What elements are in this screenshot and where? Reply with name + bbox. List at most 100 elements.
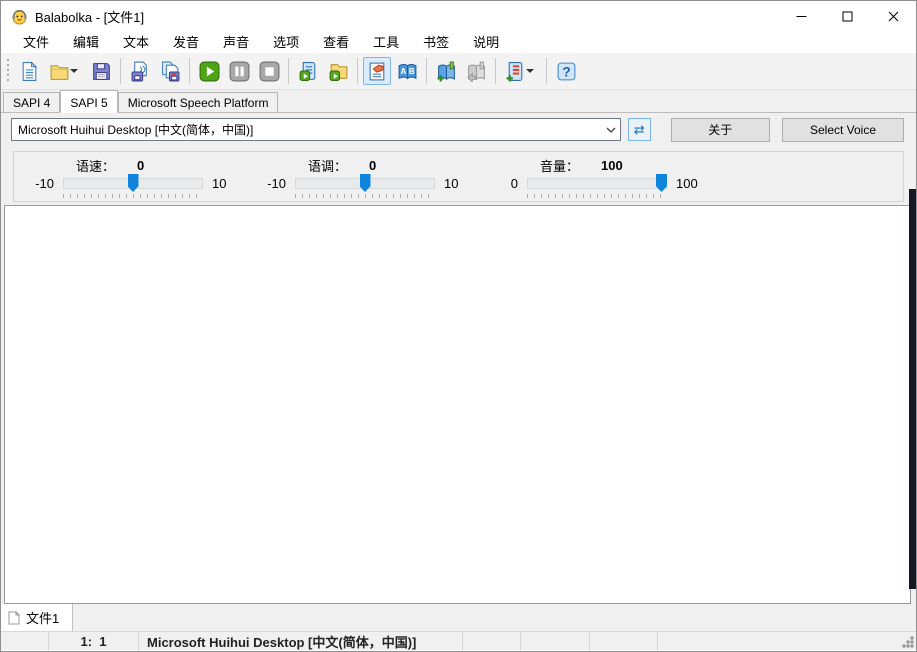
- pause-button[interactable]: [225, 57, 253, 85]
- status-cell-empty: [521, 632, 590, 650]
- volume-min-label: 0: [484, 176, 518, 191]
- status-cell-empty: [463, 632, 521, 650]
- save-audio-copy-button[interactable]: [156, 57, 184, 85]
- slider-track[interactable]: [527, 178, 667, 189]
- slider-thumb[interactable]: [360, 174, 371, 192]
- slider-panel: 语速： 0 -10 10 语调： 0: [13, 151, 904, 202]
- dictionary-button[interactable]: A B: [393, 57, 421, 85]
- play-icon: [199, 61, 220, 82]
- slider-thumb[interactable]: [656, 174, 667, 192]
- menu-pronounce[interactable]: 发音: [161, 30, 211, 54]
- document-tab-label: 文件1: [26, 608, 59, 627]
- voice-row: Microsoft Huihui Desktop [中文(简体，中国)] ⇄ 关…: [1, 113, 916, 146]
- select-voice-button[interactable]: Select Voice: [782, 118, 904, 142]
- voice-engine-tabs: SAPI 4 SAPI 5 Microsoft Speech Platform: [1, 90, 916, 113]
- menu-text[interactable]: 文本: [111, 30, 161, 54]
- menu-tools[interactable]: 工具: [361, 30, 411, 54]
- toolbar-separator: [189, 58, 190, 84]
- open-file-icon: [49, 61, 70, 82]
- volume-max-label: 100: [676, 176, 698, 191]
- menu-view[interactable]: 查看: [311, 30, 361, 54]
- minimize-button[interactable]: [778, 1, 824, 31]
- slider-ticks: [63, 194, 203, 198]
- document-tab-bar: 文件1: [1, 604, 916, 631]
- pitch-label: 语调：: [308, 156, 347, 175]
- slider-area: 语速： 0 -10 10 语调： 0: [1, 146, 916, 205]
- status-cursor-position: 1: 1: [49, 632, 139, 650]
- slider-thumb[interactable]: [128, 174, 139, 192]
- voice-select-combobox[interactable]: Microsoft Huihui Desktop [中文(简体，中国)]: [11, 118, 621, 141]
- status-cell-empty: [590, 632, 658, 650]
- minimize-icon: [796, 11, 807, 22]
- editor-area: [1, 205, 916, 604]
- menu-help[interactable]: 说明: [461, 30, 511, 54]
- toolbar-separator: [546, 58, 547, 84]
- save-file-button[interactable]: [87, 57, 115, 85]
- toolbar: A B: [1, 53, 916, 90]
- bookmark-list-dropdown-icon[interactable]: [526, 69, 534, 73]
- open-file-dropdown-icon[interactable]: [70, 69, 78, 73]
- goto-bookmark-icon: [466, 61, 487, 82]
- stop-button[interactable]: [255, 57, 283, 85]
- goto-bookmark-button[interactable]: [462, 57, 490, 85]
- dictionary-ab-icon: A B: [397, 61, 418, 82]
- bookmark-list-button[interactable]: [501, 57, 541, 85]
- toolbar-separator: [357, 58, 358, 84]
- toolbar-grip[interactable]: [5, 59, 10, 83]
- close-icon: [888, 11, 899, 22]
- toolbar-separator: [288, 58, 289, 84]
- svg-text:A: A: [400, 67, 406, 76]
- document-tab[interactable]: 文件1: [1, 604, 73, 631]
- add-bookmark-icon: [436, 61, 457, 82]
- new-document-icon: [19, 61, 40, 82]
- maximize-button[interactable]: [824, 1, 870, 31]
- tab-microsoft-speech-platform[interactable]: Microsoft Speech Platform: [118, 92, 279, 112]
- menu-bookmarks[interactable]: 书签: [411, 30, 461, 54]
- refresh-voices-button[interactable]: ⇄: [628, 118, 651, 141]
- save-audio-file-button[interactable]: [126, 57, 154, 85]
- menu-edit[interactable]: 编辑: [61, 30, 111, 54]
- save-audio-copy-icon: [160, 61, 181, 82]
- menu-bar: 文件 编辑 文本 发音 声音 选项 查看 工具 书签 说明: [1, 31, 916, 53]
- menu-voice[interactable]: 声音: [211, 30, 261, 54]
- rate-slider[interactable]: [63, 174, 203, 192]
- status-cell-empty: [658, 632, 916, 650]
- status-cell-empty: [1, 632, 49, 650]
- volume-value: 100: [601, 158, 623, 173]
- svg-text:B: B: [408, 67, 414, 76]
- help-button[interactable]: ?: [552, 57, 580, 85]
- close-button[interactable]: [870, 1, 916, 31]
- new-document-button[interactable]: [15, 57, 43, 85]
- play-button[interactable]: [195, 57, 223, 85]
- slider-ticks: [527, 194, 667, 198]
- chevron-down-icon[interactable]: [602, 127, 620, 133]
- resize-grip[interactable]: [901, 635, 914, 648]
- volume-slider[interactable]: [527, 174, 667, 192]
- rate-max-label: 10: [212, 176, 226, 191]
- open-file-button[interactable]: [45, 57, 85, 85]
- batch-folder-convert-button[interactable]: [324, 57, 352, 85]
- desktop-background-strip: [909, 189, 916, 589]
- text-editor[interactable]: [4, 205, 911, 604]
- toolbar-separator: [426, 58, 427, 84]
- menu-options[interactable]: 选项: [261, 30, 311, 54]
- svg-text:?: ?: [562, 64, 570, 79]
- status-voice-name: Microsoft Huihui Desktop [中文(简体，中国)]: [139, 632, 463, 650]
- toolbar-separator: [495, 58, 496, 84]
- pitch-slider[interactable]: [295, 174, 435, 192]
- add-bookmark-button[interactable]: [432, 57, 460, 85]
- read-clipboard-button[interactable]: [294, 57, 322, 85]
- tab-sapi5[interactable]: SAPI 5: [60, 90, 117, 113]
- menu-file[interactable]: 文件: [11, 30, 61, 54]
- about-voice-button[interactable]: 关于: [671, 118, 770, 142]
- text-highlight-button[interactable]: [363, 57, 391, 85]
- rate-value: 0: [137, 158, 144, 173]
- save-file-icon: [91, 61, 112, 82]
- text-highlight-icon: [367, 61, 388, 82]
- balabolka-app-icon: [11, 8, 28, 25]
- voice-combo-value: Microsoft Huihui Desktop [中文(简体，中国)]: [18, 121, 253, 138]
- rate-slider-group: 语速： 0 -10 10: [20, 157, 252, 201]
- pitch-value: 0: [369, 158, 376, 173]
- tab-sapi4[interactable]: SAPI 4: [3, 92, 60, 112]
- app-window: Balabolka - [文件1] 文件 编辑 文本 发音 声音 选项 查看 工…: [0, 0, 917, 652]
